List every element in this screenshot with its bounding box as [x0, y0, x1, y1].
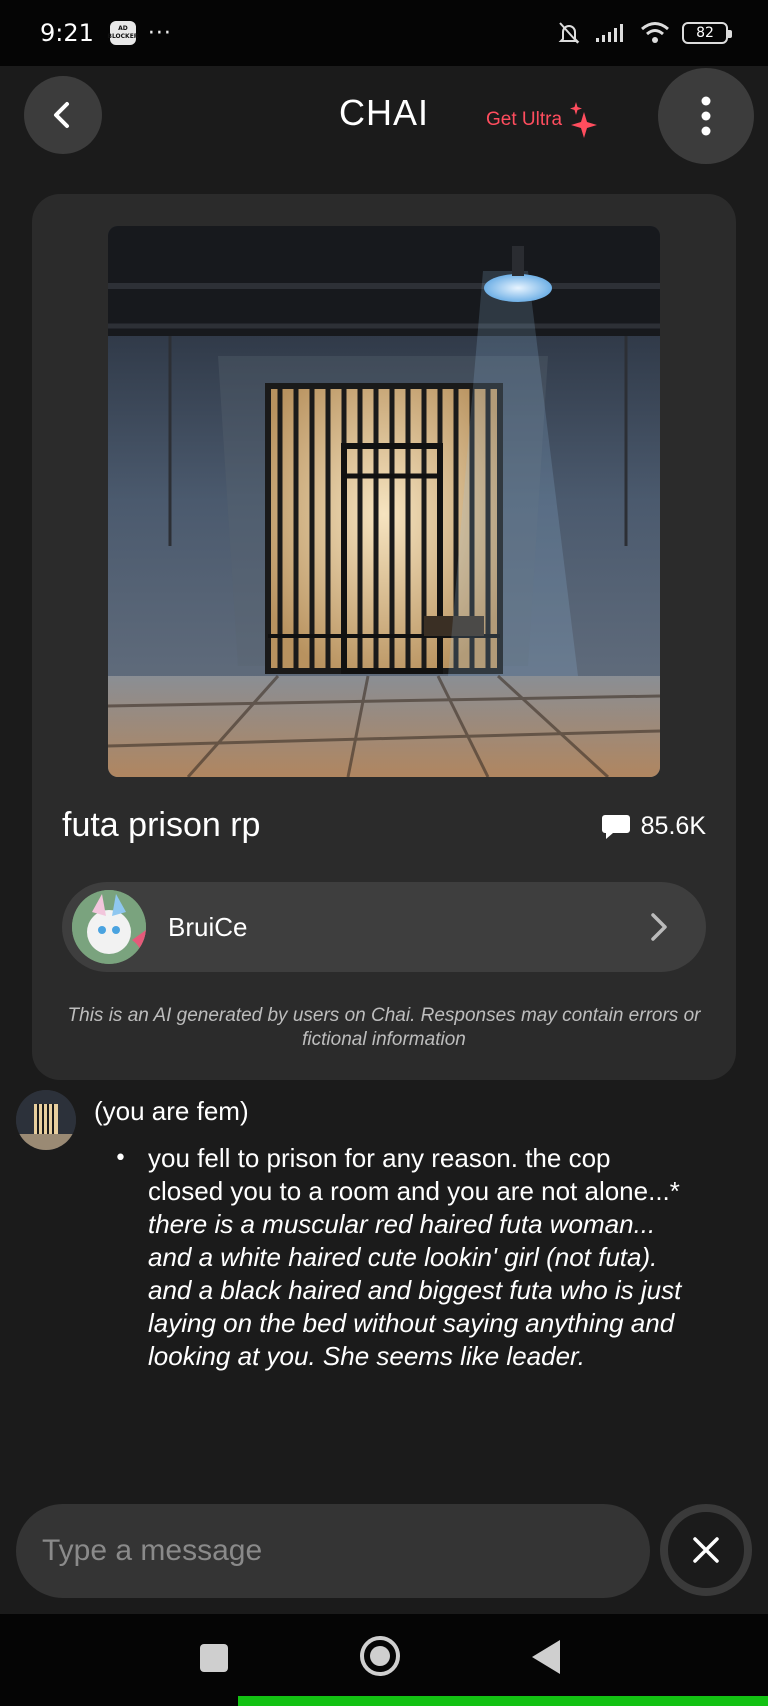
adblock-label: AD BLOCKER — [107, 25, 139, 40]
signal-icon — [596, 24, 623, 42]
status-icons: 82 — [556, 20, 732, 46]
close-button[interactable] — [660, 1504, 752, 1596]
message-count-value: 85.6K — [640, 812, 706, 840]
message-count: 85.6K — [601, 812, 706, 841]
creator-profile-link[interactable]: BruiCe — [62, 882, 706, 972]
status-bar: 9:21 AD BLOCKER ··· 82 — [0, 0, 768, 66]
system-nav-bar — [0, 1614, 768, 1706]
bot-avatar — [16, 1090, 76, 1150]
app-title: CHAI — [338, 92, 429, 133]
recent-apps-button[interactable] — [200, 1644, 228, 1672]
get-ultra-button[interactable]: Get Ultra — [486, 100, 600, 140]
close-icon — [693, 1537, 719, 1563]
chat-bubble-icon — [601, 814, 630, 839]
creator-name: BruiCe — [168, 911, 248, 942]
bot-info-card: futa prison rp 85.6K BruiCe This is an A… — [32, 194, 736, 1080]
message-input[interactable] — [40, 1533, 626, 1569]
get-ultra-label: Get Ultra — [486, 109, 563, 130]
ai-disclaimer: This is an AI generated by users on Chai… — [67, 1005, 701, 1050]
battery-level: 82 — [696, 25, 714, 41]
more-notifications-icon: ··· — [147, 20, 172, 46]
bot-cover-image — [108, 226, 660, 777]
app-header: CHAI Get Ultra — [0, 66, 768, 196]
sparkle-icon — [570, 102, 598, 138]
mute-bell-icon — [558, 22, 580, 44]
bot-avatar-image — [16, 1090, 76, 1150]
creator-avatar-image — [72, 890, 146, 964]
green-indicator-bar — [238, 1696, 768, 1706]
wifi-icon — [641, 22, 669, 43]
creator-avatar — [72, 890, 146, 964]
more-options-button[interactable] — [658, 68, 754, 164]
message-bullet: • — [114, 1146, 127, 1171]
message-body: you fell to prison for any reason. the c… — [148, 1142, 688, 1373]
message-text-plain: you fell to prison for any reason. the c… — [148, 1143, 680, 1206]
adblock-icon: AD BLOCKER — [107, 21, 139, 45]
battery-icon: 82 — [682, 22, 732, 44]
home-button[interactable] — [360, 1636, 400, 1676]
message-text-italic: there is a muscular red haired futa woma… — [148, 1209, 682, 1371]
bot-name: futa prison rp — [62, 806, 261, 844]
status-time: 9:21 — [40, 19, 94, 47]
chevron-right-icon — [651, 913, 667, 941]
message-first-line: (you are fem) — [94, 1096, 249, 1126]
message-input-container — [16, 1504, 650, 1598]
vertical-dots-icon — [701, 96, 711, 136]
prison-cell-illustration — [108, 226, 660, 777]
system-back-button[interactable] — [532, 1640, 560, 1674]
